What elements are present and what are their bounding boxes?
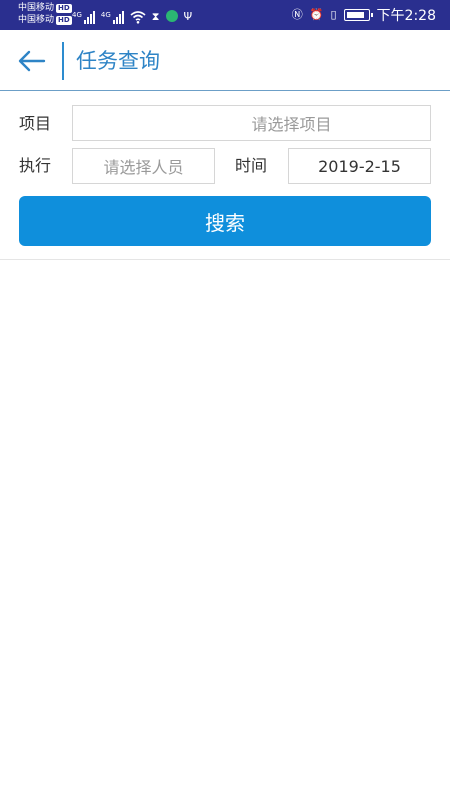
- signal-icon-1: 4G: [72, 11, 95, 24]
- title-divider: [62, 42, 64, 80]
- status-time: 下午2:28: [376, 8, 436, 24]
- wifi-icon: [130, 11, 146, 24]
- project-label: 项目: [19, 114, 52, 133]
- vibrate-icon: ▯: [330, 8, 337, 21]
- nfc-icon: Ⓝ: [291, 8, 303, 21]
- results-list: [0, 260, 450, 800]
- project-placeholder: 请选择项目: [251, 115, 332, 134]
- hd-badge-1: HD: [56, 3, 72, 13]
- status-bar: 中国移动 HD 中国移动 HD 4G 4G ⧗ Ψ Ⓝ ⏰ ▯ 下午2:28: [0, 0, 450, 30]
- carrier-info: 中国移动 HD 中国移动 HD: [18, 2, 72, 26]
- search-button-label: 搜索: [205, 210, 245, 235]
- network-type-label-2: 4G: [100, 11, 111, 19]
- carrier-row-1: 中国移动 HD: [18, 2, 72, 14]
- alarm-icon: ⏰: [309, 8, 324, 21]
- date-value: 2019-2-15: [318, 156, 401, 176]
- status-left-icons: 4G 4G ⧗ Ψ: [72, 6, 192, 24]
- signal-icon-2: 4G: [101, 11, 124, 24]
- network-type-label-1: 4G: [72, 11, 82, 19]
- page-title: 任务查询: [76, 49, 160, 73]
- usb-icon: Ψ: [183, 10, 193, 23]
- executor-label: 执行: [19, 156, 52, 175]
- executor-select[interactable]: 请选择人员: [72, 148, 215, 184]
- carrier-name-1: 中国移动: [18, 3, 55, 13]
- battery-icon: [343, 9, 373, 21]
- back-button[interactable]: [14, 44, 50, 78]
- carrier-row-2: 中国移动 HD: [18, 14, 72, 26]
- back-arrow-icon: [18, 50, 46, 72]
- date-picker[interactable]: 2019-2-15: [288, 148, 431, 184]
- hourglass-icon: ⧗: [151, 10, 160, 23]
- hd-badge-2: HD: [56, 15, 72, 25]
- status-right-icons: Ⓝ ⏰ ▯ 下午2:28: [292, 6, 436, 24]
- time-label: 时间: [235, 156, 268, 175]
- app-notification-icon: [165, 10, 178, 22]
- carrier-name-2: 中国移动: [18, 15, 55, 25]
- project-select[interactable]: 请选择项目: [72, 105, 431, 141]
- search-button[interactable]: 搜索: [19, 196, 431, 246]
- executor-placeholder: 请选择人员: [103, 158, 184, 177]
- app-bar: 任务查询: [0, 30, 450, 91]
